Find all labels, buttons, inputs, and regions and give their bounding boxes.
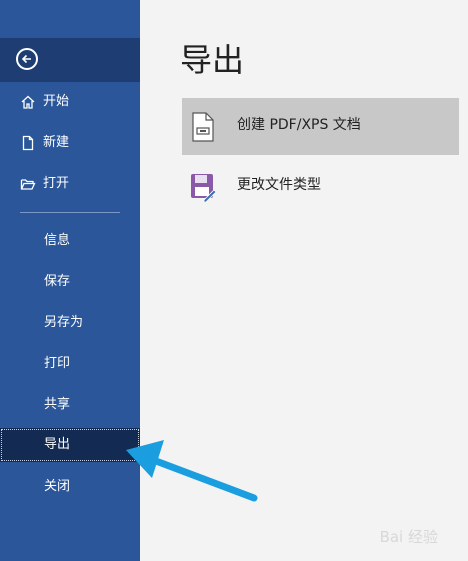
annotation-arrow-icon xyxy=(126,440,258,502)
watermark: Bai 经验 xyxy=(379,528,438,546)
